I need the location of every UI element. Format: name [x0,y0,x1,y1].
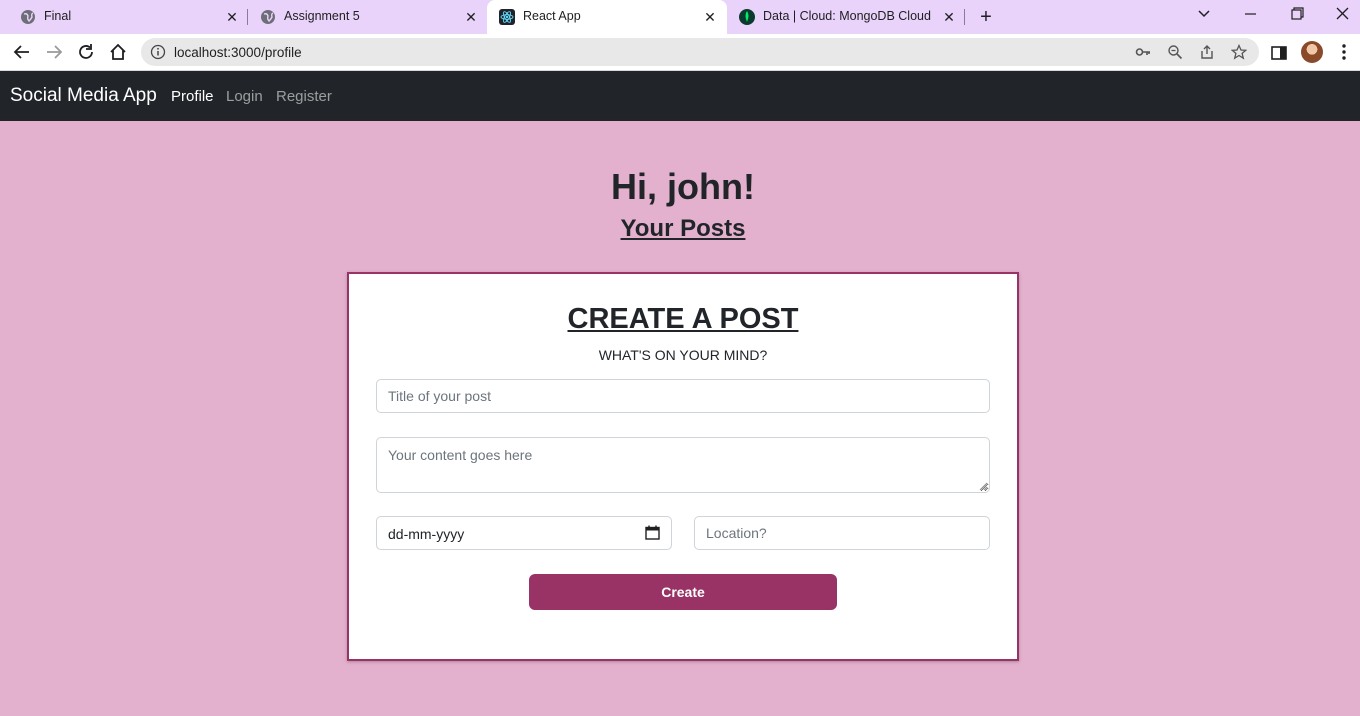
create-post-card: CREATE A POST WHAT'S ON YOUR MIND? dd-mm… [347,272,1019,661]
close-window-icon[interactable] [1332,6,1354,22]
post-date-input[interactable]: dd-mm-yyyy [376,516,672,550]
browser-menu-icon[interactable] [1338,42,1350,62]
restore-icon[interactable] [1286,6,1308,22]
create-post-subtitle: WHAT'S ON YOUR MIND? [598,347,768,363]
tab-mongodb-cloud[interactable]: Data | Cloud: MongoDB Cloud ✕ [727,0,965,34]
globe-icon [261,10,275,24]
post-title-input[interactable] [376,379,990,413]
close-tab-icon[interactable]: ✕ [941,9,957,25]
app-navbar: Social Media App Profile Login Register [0,71,1360,121]
globe-icon [21,10,35,24]
back-arrow-icon[interactable] [11,41,33,63]
calendar-icon[interactable] [645,525,660,540]
profile-avatar[interactable] [1301,41,1323,63]
new-tab-button[interactable]: + [976,7,996,27]
close-tab-icon[interactable]: ✕ [702,9,718,25]
nav-link-register[interactable]: Register [276,88,332,105]
reload-icon[interactable] [75,41,97,63]
nav-link-profile[interactable]: Profile [171,88,214,105]
bookmark-star-icon[interactable] [1231,44,1247,60]
side-panel-icon[interactable] [1270,44,1288,62]
url-text: localhost:3000/profile [174,45,302,60]
create-post-button[interactable]: Create [529,574,837,610]
address-bar[interactable]: localhost:3000/profile [141,38,1259,66]
tab-final[interactable]: Final ✕ [8,0,248,34]
tab-react-app[interactable]: React App ✕ [487,0,727,34]
home-icon[interactable] [107,41,129,63]
close-tab-icon[interactable]: ✕ [224,9,240,25]
react-logo-icon [499,9,515,25]
date-value: dd-mm-yyyy [388,526,465,542]
zoom-icon[interactable] [1167,44,1183,60]
tab-title: Assignment 5 [284,9,360,23]
site-info-icon[interactable] [150,44,166,60]
forward-arrow-icon[interactable] [43,41,65,63]
tab-title: Final [44,9,72,23]
resize-handle-icon[interactable] [979,482,988,491]
post-location-input[interactable] [694,516,990,550]
nav-link-login[interactable]: Login [226,88,263,105]
tab-search-chevron-icon[interactable] [1193,6,1215,22]
minimize-icon[interactable] [1240,6,1262,22]
tab-title: Data | Cloud: MongoDB Cloud [763,9,931,23]
your-posts-heading: Your Posts [620,215,746,242]
browser-tab-strip: Final ✕ Assignment 5 ✕ React App ✕ Data … [0,0,1360,34]
greeting-heading: Hi, john! [611,166,755,207]
tab-assignment-5[interactable]: Assignment 5 ✕ [248,0,488,34]
browser-toolbar: localhost:3000/profile [0,34,1360,71]
brand-link[interactable]: Social Media App [10,85,157,107]
create-post-title: CREATE A POST [567,303,799,335]
mongodb-leaf-icon [739,9,755,25]
post-content-textarea[interactable] [376,437,990,493]
share-icon[interactable] [1199,44,1215,60]
tab-title: React App [523,9,581,23]
password-key-icon[interactable] [1135,44,1151,60]
close-tab-icon[interactable]: ✕ [463,9,479,25]
tab-divider [964,9,965,25]
